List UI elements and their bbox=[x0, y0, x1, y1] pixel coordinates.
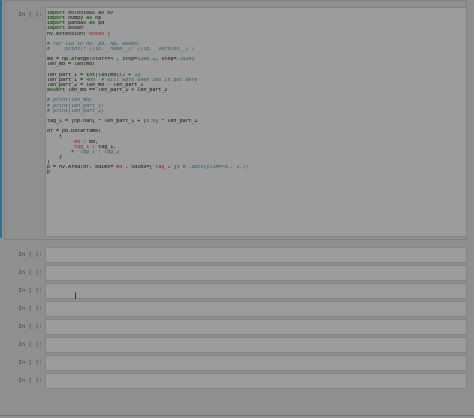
empty-code-cell[interactable] bbox=[45, 283, 467, 299]
empty-code-cell[interactable] bbox=[45, 319, 467, 335]
cell-prompt: In [ ]: bbox=[18, 360, 42, 366]
divider bbox=[0, 415, 474, 416]
cell-prompt: In [ ]: bbox=[18, 252, 42, 258]
cell-prompt: In [ ]: bbox=[18, 288, 42, 294]
empty-code-cell[interactable] bbox=[45, 247, 467, 263]
empty-code-cell[interactable] bbox=[45, 301, 467, 317]
cell-prompt: In [ ]: bbox=[18, 324, 42, 330]
text-cursor-icon: I bbox=[74, 292, 77, 302]
cell-prompt: In [ ]: bbox=[18, 306, 42, 312]
cell-prompt: In [ ]: bbox=[18, 342, 42, 348]
code-line: p bbox=[47, 170, 51, 176]
empty-code-cell[interactable] bbox=[45, 265, 467, 281]
cell-prompt: In [ ]: bbox=[18, 12, 42, 18]
empty-code-cell[interactable] bbox=[45, 355, 467, 371]
code-editor[interactable]: import holoviews as hv import numpy as np… bbox=[47, 11, 457, 176]
empty-code-cell[interactable] bbox=[45, 337, 467, 353]
empty-code-cell[interactable] bbox=[45, 373, 467, 389]
cell-prompt: In [ ]: bbox=[18, 378, 42, 384]
cell-prompt: In [ ]: bbox=[18, 270, 42, 276]
selected-cell-indicator bbox=[0, 0, 2, 238]
notebook: In [ ]: import holoviews as hv import num… bbox=[0, 0, 474, 418]
